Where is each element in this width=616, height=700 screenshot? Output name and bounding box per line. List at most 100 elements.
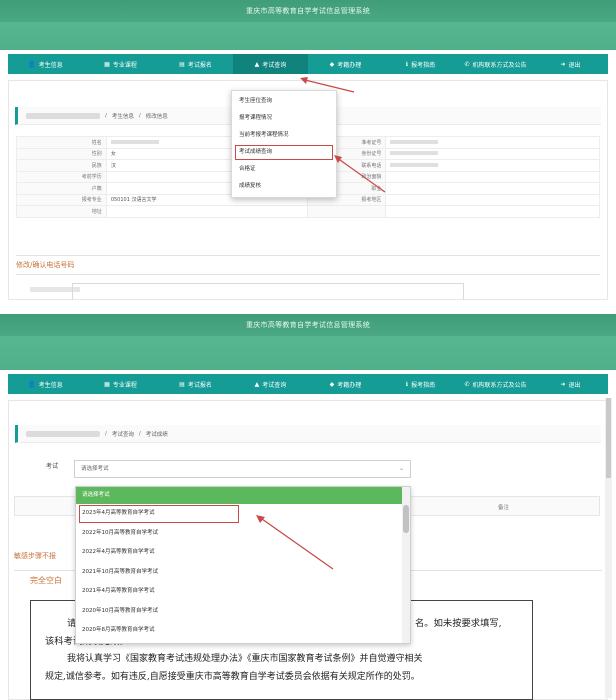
options-scrollbar[interactable] <box>402 487 410 643</box>
exam-option[interactable]: 2022年4月高等教育自学考试 <box>76 543 410 563</box>
nav-item[interactable]: ◆ 考籍办理 <box>308 60 383 69</box>
chevron-down-icon: ⌄ <box>398 465 404 472</box>
menu-item[interactable]: 报考课程情况 <box>232 110 336 127</box>
redacted-value <box>390 162 439 167</box>
nav-item[interactable]: ▤ 考试报名 <box>158 60 233 69</box>
table-cell <box>385 147 600 160</box>
exam-option[interactable]: 2020年8月高等教育自学考试 <box>76 621 410 641</box>
menu-item[interactable]: 考生座位查询 <box>232 93 336 110</box>
table-cell <box>307 205 387 218</box>
nav-item-label: 报考指南 <box>411 61 436 69</box>
breadcrumb: / 考试查询 / 考试成绩 <box>15 425 601 443</box>
breadcrumb-item[interactable]: 考试查询 <box>112 430 134 438</box>
cell-text: 050101 汉语言文学 <box>110 197 157 204</box>
nav-item-label: 退出 <box>568 381 581 389</box>
table-cell <box>385 170 600 183</box>
breadcrumb-item: 考试成绩 <box>145 431 168 438</box>
divider <box>16 255 600 256</box>
table-cell: 姓名 <box>16 136 107 149</box>
breadcrumb-item[interactable]: 考生信息 <box>112 112 134 120</box>
list-icon: ▤ <box>179 380 185 388</box>
exam-options-list: 请选择考试 2023年4月高等教育自学考试 2022年10月高等教育自学考试 2022… <box>75 486 411 644</box>
nav-item-label: 考试查询 <box>262 61 287 69</box>
chart-icon: ▲ <box>254 380 260 388</box>
app-title: 重庆市高等教育自学考试信息管理系统 <box>0 0 616 22</box>
menu-item[interactable]: 合格证 <box>232 161 336 178</box>
exam-option[interactable]: 2020年10月高等教育自学考试 <box>76 602 410 622</box>
menu-item[interactable]: 当前考报考课程情况 <box>232 127 336 144</box>
main-nav: 👤 考生信息 ▦ 专业课程 ▤ 考试报名 ▲ 考试查询 ◆ 考籍办理 ℹ 报考指南 ✆ 机构联系方式及公告… <box>8 374 608 394</box>
nav-item[interactable]: ◆ 考籍办理 <box>308 380 383 389</box>
table-cell <box>385 193 600 206</box>
nav-item[interactable]: ▲ 考试查询 <box>233 380 308 389</box>
nav-item[interactable]: 👤 考生信息 <box>8 380 83 389</box>
table-cell: 报考专业 <box>16 193 107 206</box>
table-cell: 民族 <box>16 159 107 172</box>
nav-item[interactable]: ✆ 机构联系方式及公告 <box>458 60 533 69</box>
phone-icon: ✆ <box>464 380 470 388</box>
exam-option[interactable]: 2022年10月高等教育自学考试 <box>76 524 410 544</box>
nav-item[interactable]: ➜ 退出 <box>533 60 608 69</box>
cell-text: 报考地区 <box>361 197 382 204</box>
redacted-value <box>390 151 439 156</box>
nav-item-label: 考试查询 <box>262 381 287 389</box>
exit-icon: ➜ <box>560 380 566 388</box>
exam-select[interactable]: 请选择考试 ⌄ <box>74 460 411 478</box>
redacted-name <box>26 112 100 119</box>
cell-text: 户籍 <box>91 185 102 192</box>
cell-text: 姓名 <box>91 139 102 146</box>
tag-icon: ◆ <box>329 380 335 388</box>
cell-text: 准考证号 <box>361 139 382 146</box>
cell-text: 民族 <box>91 162 102 169</box>
nav-item[interactable]: ▦ 专业课程 <box>83 60 158 69</box>
nav-item[interactable]: ➜ 退出 <box>533 380 608 389</box>
table-cell <box>385 159 600 172</box>
cell-text: 地址 <box>91 208 102 215</box>
exam-option[interactable]: 2021年10月高等教育自学考试 <box>76 563 410 583</box>
header-band <box>0 22 616 50</box>
nav-item[interactable]: 👤 考生信息 <box>8 60 83 69</box>
blank-note: 完全空白 <box>30 576 62 585</box>
grid-icon: ▦ <box>104 380 110 388</box>
side-note: 敏感步骤不报 <box>14 552 56 560</box>
page-scrollbar[interactable] <box>605 398 612 698</box>
phone-input[interactable] <box>72 283 464 300</box>
user-icon: 👤 <box>28 380 36 388</box>
nav-item[interactable]: ▲ 考试查询 <box>233 54 308 74</box>
nav-item-label: 专业课程 <box>112 381 137 389</box>
nav-item[interactable]: ℹ 报考指南 <box>383 380 458 389</box>
options-scroll-thumb[interactable] <box>403 505 409 533</box>
nav-item-label: 退出 <box>568 61 581 69</box>
cell-text: 身份证号 <box>361 151 382 158</box>
exam-option[interactable]: 2023年4月高等教育自学考试 <box>78 504 240 524</box>
table-cell <box>385 182 600 195</box>
nav-item[interactable]: ℹ 报考指南 <box>383 60 458 69</box>
info-icon: ℹ <box>405 60 409 68</box>
info-icon: ℹ <box>405 380 409 388</box>
nav-item[interactable]: ✆ 机构联系方式及公告 <box>458 380 533 389</box>
grid-icon: ▦ <box>104 60 110 68</box>
exit-icon: ➜ <box>560 60 566 68</box>
screenshot-panel-bottom: 重庆市高等教育自学考试信息管理系统 👤 考生信息 ▦ 专业课程 ▤ 考试报名 ▲ 考试查询 ◆ 考… <box>0 314 616 700</box>
nav-item-label: 考试报名 <box>187 61 212 69</box>
redacted-value <box>110 139 159 144</box>
menu-item[interactable]: 成绩复核 <box>232 178 336 195</box>
exam-option[interactable]: 请选择考试 <box>76 487 410 504</box>
table-cell: 户籍 <box>16 182 107 195</box>
nav-item[interactable]: ▤ 考试报名 <box>158 380 233 389</box>
cell-text: 报考专业 <box>81 197 102 204</box>
nav-item[interactable]: ▦ 专业课程 <box>83 380 158 389</box>
table-cell <box>385 136 600 149</box>
tag-icon: ◆ <box>329 60 335 68</box>
nav-item-label: 机构联系方式及公告 <box>472 61 527 69</box>
notice-text: 规定,诚信参考。如有违反,自愿接受重庆市高等教育自学考试委员会依据有关规定所作的… <box>45 672 420 682</box>
table-cell: 地址 <box>16 205 107 218</box>
cell-text: 联系电话 <box>361 162 382 169</box>
table-row: 地址 <box>16 205 600 218</box>
page-scroll-thumb[interactable] <box>606 398 611 478</box>
divider <box>16 274 600 275</box>
exam-option[interactable]: 2021年4月高等教育自学考试 <box>76 582 410 602</box>
cell-text: 汉 <box>110 162 116 169</box>
menu-item[interactable]: 考试成绩查询 <box>234 144 334 161</box>
phone-icon: ✆ <box>464 60 470 68</box>
